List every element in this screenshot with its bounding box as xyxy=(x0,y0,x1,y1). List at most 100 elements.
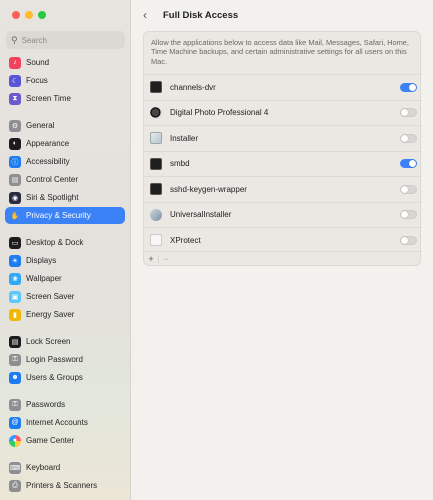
settings-window: ⚲ ♪ Sound ☾ Focus ⧗ Screen Time ⚙ General ◐ Appea… xyxy=(0,0,433,500)
sidebar-item-lock-screen[interactable]: ▤ Lock Screen xyxy=(5,333,125,350)
sidebar-item-label: Control Center xyxy=(26,175,79,184)
traffic-lights xyxy=(12,11,46,19)
panel-footer: + − xyxy=(144,251,422,265)
game-center-icon: ● xyxy=(9,434,21,447)
app-row: smbd xyxy=(144,150,422,176)
camera-app-icon xyxy=(150,106,162,119)
remove-app-button[interactable]: − xyxy=(159,254,173,264)
sidebar-item-label: Privacy & Security xyxy=(26,211,91,220)
gear-icon: ⚙ xyxy=(9,119,21,132)
sidebar-item-label: Printers & Scanners xyxy=(26,481,98,490)
app-row: Installer xyxy=(144,125,422,150)
sidebar-item-game-center[interactable]: ● Game Center xyxy=(5,432,125,449)
sidebar-item-siri-spotlight[interactable]: ◉ Siri & Spotlight xyxy=(5,189,125,206)
keyboard-icon: ⌨ xyxy=(9,461,21,474)
sidebar-item-label: Lock Screen xyxy=(26,337,71,346)
minimize-window-button[interactable] xyxy=(25,11,33,19)
key-icon: ⚿ xyxy=(9,353,21,366)
chevron-left-icon[interactable]: ‹ xyxy=(143,8,155,22)
search-field[interactable]: ⚲ xyxy=(6,31,125,49)
sidebar-item-users-groups[interactable]: ☻ Users & Groups xyxy=(5,369,125,386)
toolbar: ‹ Full Disk Access xyxy=(131,0,433,30)
sidebar-item-passwords[interactable]: ⚿ Passwords xyxy=(5,396,125,413)
access-toggle[interactable] xyxy=(400,235,417,245)
main-content: ‹ Full Disk Access Allow the application… xyxy=(131,0,433,500)
sidebar-item-label: Game Center xyxy=(26,436,75,445)
close-window-button[interactable] xyxy=(12,11,20,19)
app-row: sshd-keygen-wrapper xyxy=(144,176,422,201)
toggle-knob xyxy=(401,211,408,218)
full-disk-access-panel: Allow the applications below to access d… xyxy=(143,31,422,266)
toggle-knob xyxy=(401,134,408,142)
sidebar-item-screen-saver[interactable]: ▣ Screen Saver xyxy=(5,288,125,305)
hand-icon: ✋ xyxy=(9,209,21,222)
terminal-icon xyxy=(150,183,162,195)
access-toggle[interactable] xyxy=(400,184,417,194)
toggle-knob xyxy=(401,185,408,193)
app-name: Installer xyxy=(170,133,199,143)
sidebar-item-keyboard[interactable]: ⌨ Keyboard xyxy=(5,459,125,476)
sidebar-item-printers-scanners[interactable]: ⎙ Printers & Scanners xyxy=(5,477,125,494)
sidebar-item-internet-accounts[interactable]: @ Internet Accounts xyxy=(5,414,125,431)
sidebar-item-control-center[interactable]: ▤ Control Center xyxy=(5,171,125,188)
terminal-icon xyxy=(150,81,162,93)
sidebar-item-label: Passwords xyxy=(26,400,66,409)
battery-icon: ▮ xyxy=(9,308,21,321)
search-input[interactable] xyxy=(21,35,117,45)
sidebar-item-appearance[interactable]: ◐ Appearance xyxy=(5,135,125,152)
sidebar-item-displays[interactable]: ☀ Displays xyxy=(5,252,125,269)
sidebar-item-wallpaper[interactable]: ❀ Wallpaper xyxy=(5,270,125,287)
sidebar-item-privacy-security[interactable]: ✋ Privacy & Security xyxy=(5,207,125,224)
sidebar-item-screen-time[interactable]: ⧗ Screen Time xyxy=(5,90,125,107)
sidebar-item-login-password[interactable]: ⚿ Login Password xyxy=(5,351,125,368)
sidebar-item-energy-saver[interactable]: ▮ Energy Saver xyxy=(5,306,125,323)
speaker-icon: ♪ xyxy=(9,56,21,69)
app-name: UniversalInstaller xyxy=(170,210,232,219)
access-toggle[interactable] xyxy=(400,82,417,92)
sun-icon: ☀ xyxy=(9,254,21,267)
printer-icon: ⎙ xyxy=(9,479,21,492)
sidebar-item-label: Focus xyxy=(26,76,48,85)
sidebar-item-label: Accessibility xyxy=(26,157,70,166)
app-name: XProtect xyxy=(170,235,201,245)
at-icon: @ xyxy=(9,416,21,429)
sidebar-item-label: Desktop & Dock xyxy=(26,238,84,247)
app-row: Digital Photo Professional 4 xyxy=(144,99,422,125)
access-toggle[interactable] xyxy=(400,159,417,168)
sidebar-item-label: General xyxy=(26,121,55,130)
search-icon: ⚲ xyxy=(11,34,18,45)
toggle-knob xyxy=(409,160,416,167)
access-toggle[interactable] xyxy=(400,210,417,219)
sidebar-item-desktop-dock[interactable]: ▭ Desktop & Dock xyxy=(5,234,125,251)
sidebar-item-label: Siri & Spotlight xyxy=(26,193,79,202)
toggle-knob xyxy=(401,236,408,244)
sidebar-item-sound[interactable]: ♪ Sound xyxy=(5,54,125,71)
toggle-knob xyxy=(409,83,416,91)
accessibility-icon: ⓘ xyxy=(9,155,21,168)
moon-icon: ☾ xyxy=(9,74,21,87)
sidebar-item-label: Screen Time xyxy=(26,94,71,103)
sidebar-item-accessibility[interactable]: ⓘ Accessibility xyxy=(5,153,125,170)
access-toggle[interactable] xyxy=(400,133,417,143)
lock-icon: ▤ xyxy=(9,335,21,348)
app-row: XProtect xyxy=(144,227,422,252)
sidebar-item-focus[interactable]: ☾ Focus xyxy=(5,72,125,89)
sidebar-item-label: Appearance xyxy=(26,139,70,148)
users-icon: ☻ xyxy=(9,371,21,384)
wallpaper-icon: ❀ xyxy=(9,272,21,285)
sidebar-item-general[interactable]: ⚙ General xyxy=(5,117,125,134)
terminal-icon xyxy=(150,157,162,170)
app-name: sshd-keygen-wrapper xyxy=(170,184,247,194)
sidebar-item-label: Login Password xyxy=(26,355,83,364)
panel-description: Allow the applications below to access d… xyxy=(151,38,409,66)
app-row: channels-dvr xyxy=(144,74,422,99)
app-name: Digital Photo Professional 4 xyxy=(170,108,269,117)
dock-icon: ▭ xyxy=(9,236,21,249)
sidebar-item-label: Internet Accounts xyxy=(26,418,88,427)
add-app-button[interactable]: + xyxy=(144,254,158,264)
xprotect-icon xyxy=(150,234,162,246)
universal-installer-icon xyxy=(150,208,162,221)
installer-icon xyxy=(150,132,162,144)
access-toggle[interactable] xyxy=(400,108,417,117)
zoom-window-button[interactable] xyxy=(38,11,46,19)
